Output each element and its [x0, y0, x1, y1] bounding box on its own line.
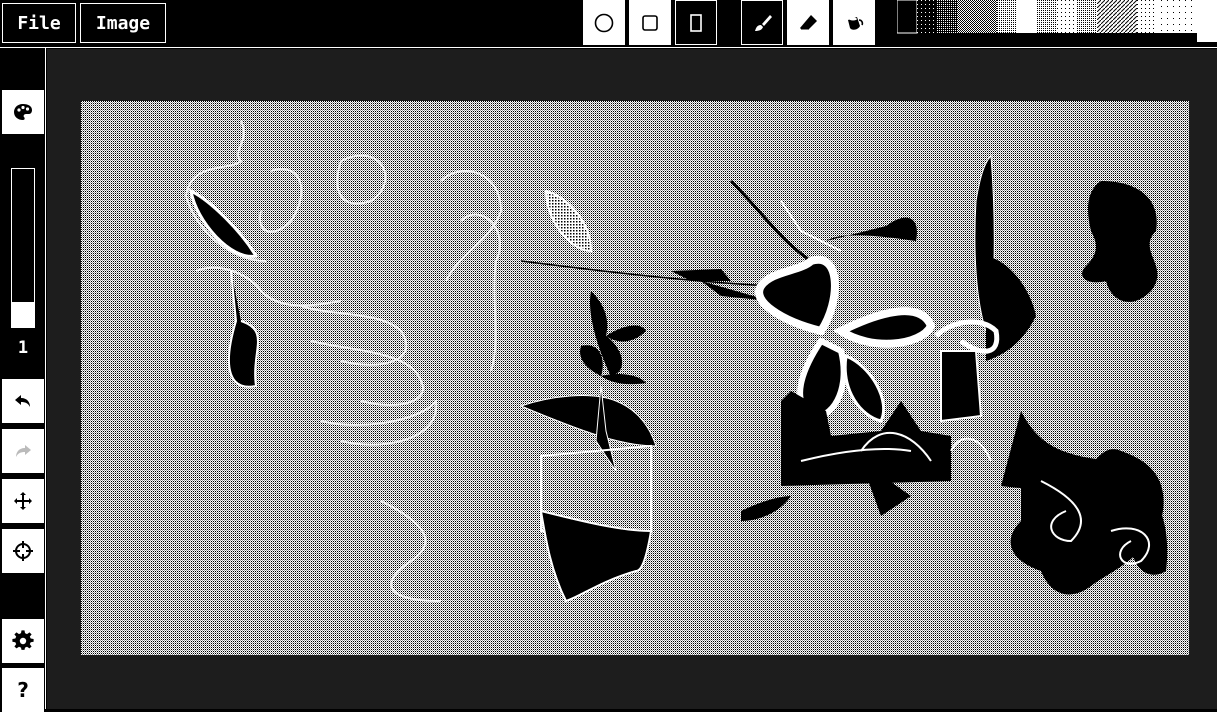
crosshair-icon	[13, 541, 33, 561]
move-arrows-icon	[14, 492, 32, 510]
bucket-tool-button[interactable]	[833, 0, 875, 45]
left-sidebar: 1 ?	[0, 48, 46, 712]
paint-bucket-icon	[848, 16, 864, 30]
undo-icon	[15, 395, 30, 407]
undo-button[interactable]	[2, 379, 44, 423]
rectangle-tool-button[interactable]	[629, 0, 671, 45]
circle-icon	[594, 13, 614, 32]
brush-tool-button[interactable]	[741, 0, 783, 45]
tall-rectangle-icon	[690, 13, 702, 32]
help-button[interactable]: ?	[2, 668, 44, 712]
eraser-tool-button[interactable]	[787, 0, 829, 45]
settings-button[interactable]	[2, 619, 44, 663]
file-menu-button[interactable]: File	[2, 3, 76, 43]
square-icon	[642, 14, 658, 31]
redo-button[interactable]	[2, 429, 44, 473]
redo-icon	[16, 445, 31, 457]
eraser-icon	[800, 14, 817, 30]
drawing-canvas[interactable]	[81, 101, 1189, 655]
pattern-picker-button[interactable]	[2, 90, 44, 134]
palette-icon	[14, 104, 32, 120]
rectangle-fill-tool-button[interactable]	[675, 0, 717, 45]
canvas-workspace	[47, 49, 1217, 709]
top-toolbar: File Image	[0, 0, 1217, 48]
ellipse-tool-button[interactable]	[583, 0, 625, 45]
brush-size-value: 1	[17, 338, 29, 358]
dither-pattern-palette[interactable]	[897, 0, 1217, 42]
gear-icon	[12, 630, 34, 650]
brush-size-fill	[12, 301, 34, 327]
move-button[interactable]	[2, 479, 44, 523]
brush-size-slider[interactable]	[11, 168, 35, 328]
brush-icon	[755, 14, 772, 31]
target-button[interactable]	[2, 529, 44, 573]
image-menu-button[interactable]: Image	[80, 3, 166, 43]
